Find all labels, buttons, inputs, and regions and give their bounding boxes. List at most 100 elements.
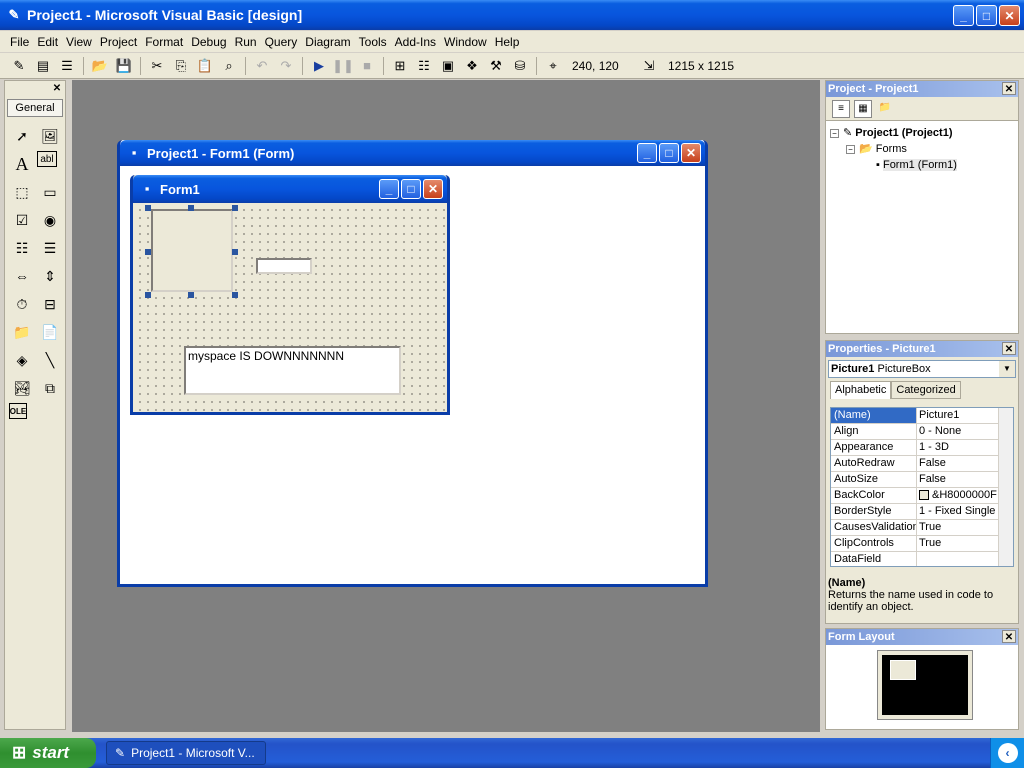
- property-row[interactable]: Appearance 1 - 3D: [831, 440, 1013, 456]
- form-layout-close-icon[interactable]: ✕: [1002, 630, 1016, 643]
- main-title-bar[interactable]: ✎ Project1 - Microsoft Visual Basic [des…: [0, 0, 1024, 30]
- tray-arrow-icon[interactable]: ‹: [997, 743, 1018, 763]
- data-control-icon[interactable]: ⧉: [37, 375, 63, 401]
- start-button[interactable]: ⊞ start: [0, 738, 96, 768]
- toolbox-close-icon[interactable]: ✕: [51, 83, 63, 95]
- menu-file[interactable]: File: [6, 35, 33, 49]
- menu-run[interactable]: Run: [231, 35, 261, 49]
- form1-maximize-button[interactable]: □: [401, 179, 421, 199]
- property-row[interactable]: DataField: [831, 552, 1013, 566]
- tab-categorized[interactable]: Categorized: [891, 381, 961, 399]
- form1-design-grid[interactable]: myspace IS DOWNNNNNNN: [133, 203, 447, 412]
- form1-window[interactable]: ▪ Form1 _ □ ✕ myspace IS DOWNNNNNNN: [130, 175, 450, 415]
- frame-icon[interactable]: ⬚: [9, 179, 35, 205]
- minimize-button[interactable]: _: [953, 5, 974, 26]
- tree-forms-node[interactable]: − 📂 Forms: [830, 141, 1014, 157]
- filelistbox-icon[interactable]: 📄: [37, 319, 63, 345]
- menu-help[interactable]: Help: [491, 35, 524, 49]
- add-project-icon[interactable]: ✎: [8, 55, 30, 77]
- property-row[interactable]: AutoRedraw False: [831, 456, 1013, 472]
- property-row[interactable]: BackColor &H8000000F: [831, 488, 1013, 504]
- menu-editor-icon[interactable]: ☰: [56, 55, 78, 77]
- close-button[interactable]: ✕: [999, 5, 1020, 26]
- form-position-preview[interactable]: [890, 660, 916, 680]
- resize-handle[interactable]: [188, 205, 194, 211]
- taskbar-item-vb[interactable]: ✎ Project1 - Microsoft V...: [106, 741, 266, 765]
- menu-diagram[interactable]: Diagram: [301, 35, 354, 49]
- resize-handle[interactable]: [145, 205, 151, 211]
- menu-tools[interactable]: Tools: [355, 35, 391, 49]
- textbox-icon[interactable]: abl: [37, 151, 57, 167]
- shape-icon[interactable]: ◈: [9, 347, 35, 373]
- form1-title-bar[interactable]: ▪ Form1 _ □ ✕: [133, 175, 447, 203]
- commandbutton-icon[interactable]: ▭: [37, 179, 63, 205]
- menu-query[interactable]: Query: [261, 35, 302, 49]
- object-selector[interactable]: Picture1 PictureBox ▼: [828, 360, 1016, 378]
- copy-icon[interactable]: ⎘: [170, 55, 192, 77]
- maximize-button[interactable]: □: [976, 5, 997, 26]
- save-icon[interactable]: 💾: [113, 55, 135, 77]
- designer-title-bar[interactable]: ▪ Project1 - Form1 (Form) _ □ ✕: [120, 140, 705, 166]
- ole-icon[interactable]: OLE: [9, 403, 27, 419]
- property-grid-scrollbar[interactable]: [998, 408, 1013, 566]
- menu-edit[interactable]: Edit: [33, 35, 62, 49]
- hscrollbar-icon[interactable]: ⇔: [9, 263, 35, 289]
- resize-handle[interactable]: [232, 292, 238, 298]
- form1-close-button[interactable]: ✕: [423, 179, 443, 199]
- menu-format[interactable]: Format: [141, 35, 187, 49]
- resize-handle[interactable]: [188, 292, 194, 298]
- form-designer-window[interactable]: ▪ Project1 - Form1 (Form) _ □ ✕ ▪ Form1 …: [117, 140, 708, 587]
- picturebox-icon[interactable]: 🖼: [37, 123, 63, 149]
- view-object-icon[interactable]: ▦: [854, 99, 872, 118]
- timer-icon[interactable]: ⏱: [9, 291, 35, 317]
- property-row[interactable]: CausesValidation True: [831, 520, 1013, 536]
- checkbox-icon[interactable]: ☑: [9, 207, 35, 233]
- collapse-icon[interactable]: −: [830, 129, 839, 138]
- property-row[interactable]: Align 0 - None: [831, 424, 1013, 440]
- properties-close-icon[interactable]: ✕: [1002, 342, 1016, 355]
- resize-handle[interactable]: [145, 249, 151, 255]
- combobox-icon[interactable]: ☷: [9, 235, 35, 261]
- label1-control[interactable]: myspace IS DOWNNNNNNN: [184, 346, 401, 395]
- resize-handle[interactable]: [145, 292, 151, 298]
- project-explorer-close-icon[interactable]: ✕: [1002, 82, 1016, 95]
- tab-alphabetic[interactable]: Alphabetic: [830, 381, 892, 399]
- image-icon[interactable]: 🏞: [9, 375, 35, 401]
- property-row[interactable]: AutoSize False: [831, 472, 1013, 488]
- menu-view[interactable]: View: [62, 35, 96, 49]
- label-icon[interactable]: A: [9, 151, 35, 177]
- property-row[interactable]: ClipControls True: [831, 536, 1013, 552]
- project-explorer-icon[interactable]: ⊞: [389, 55, 411, 77]
- data-view-icon[interactable]: ⛁: [509, 55, 531, 77]
- object-browser-icon[interactable]: ❖: [461, 55, 483, 77]
- menu-debug[interactable]: Debug: [187, 35, 230, 49]
- line-icon[interactable]: ╲: [37, 347, 63, 373]
- text1-control[interactable]: [256, 258, 312, 274]
- tree-project-node[interactable]: − ✎ Project1 (Project1): [830, 125, 1014, 141]
- open-folder-icon[interactable]: 📂: [89, 55, 111, 77]
- dirlistbox-icon[interactable]: 📁: [9, 319, 35, 345]
- optionbutton-icon[interactable]: ◉: [37, 207, 63, 233]
- pointer-icon[interactable]: ➚: [9, 123, 35, 149]
- paste-icon[interactable]: 📋: [194, 55, 216, 77]
- property-row[interactable]: (Name) Picture1: [831, 408, 1013, 424]
- resize-handle[interactable]: [232, 249, 238, 255]
- form-layout-icon[interactable]: ▣: [437, 55, 459, 77]
- resize-handle[interactable]: [232, 205, 238, 211]
- designer-minimize-button[interactable]: _: [637, 143, 657, 163]
- menu-add-ins[interactable]: Add-Ins: [391, 35, 440, 49]
- start-icon[interactable]: ▶: [308, 55, 330, 77]
- form1-minimize-button[interactable]: _: [379, 179, 399, 199]
- redo-icon[interactable]: ↷: [275, 55, 297, 77]
- tree-form1-node[interactable]: ▪ Form1 (Form1): [830, 157, 1014, 173]
- menu-project[interactable]: Project: [96, 35, 141, 49]
- property-row[interactable]: BorderStyle 1 - Fixed Single: [831, 504, 1013, 520]
- designer-maximize-button[interactable]: □: [659, 143, 679, 163]
- chevron-down-icon[interactable]: ▼: [999, 361, 1015, 377]
- toggle-folders-icon[interactable]: 📁: [876, 100, 894, 118]
- properties-window-icon[interactable]: ☷: [413, 55, 435, 77]
- add-form-icon[interactable]: ▤: [32, 55, 54, 77]
- picture1-control[interactable]: [151, 209, 233, 292]
- undo-icon[interactable]: ↶: [251, 55, 273, 77]
- collapse-icon[interactable]: −: [846, 145, 855, 154]
